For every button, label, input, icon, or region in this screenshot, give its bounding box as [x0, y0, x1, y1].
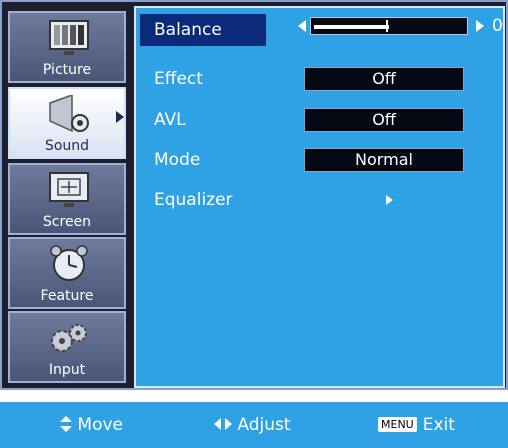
balance-label: Balance	[154, 20, 222, 40]
adjust-hint-label: Adjust	[237, 415, 291, 435]
adjust-hint: Adjust	[214, 415, 291, 435]
category-sidebar: Picture Sound Screen Feature Input	[5, 5, 129, 387]
osd-menu: Picture Sound Screen Feature Input Balan…	[0, 0, 508, 390]
sidebar-item-label: Screen	[42, 214, 92, 230]
avl-row[interactable]: AVL Off	[144, 106, 504, 134]
move-hint: Move	[60, 415, 123, 435]
avl-value[interactable]: Off	[304, 108, 464, 132]
sidebar-item-picture[interactable]: Picture	[8, 11, 126, 83]
sidebar-item-label: Picture	[42, 62, 92, 78]
avl-label: AVL	[154, 110, 186, 130]
sidebar-item-sound[interactable]: Sound	[8, 87, 126, 159]
effect-value[interactable]: Off	[304, 67, 464, 91]
sound-settings-panel: Balance 0 Effect Off AVL Off Mode Normal	[134, 6, 505, 388]
sidebar-item-label: Feature	[40, 288, 94, 304]
left-right-arrows-icon	[214, 418, 232, 430]
mode-value[interactable]: Normal	[304, 148, 464, 172]
arrow-right-icon[interactable]	[476, 20, 484, 32]
chevron-right-icon	[116, 111, 124, 123]
effect-label: Effect	[154, 69, 203, 89]
sidebar-item-feature[interactable]: Feature	[8, 237, 126, 309]
balance-slider[interactable]: 0	[294, 14, 503, 40]
sidebar-item-label: Sound	[44, 138, 90, 154]
sidebar-item-input[interactable]: Input	[8, 311, 126, 383]
sidebar-item-label: Input	[48, 362, 86, 378]
equalizer-label: Equalizer	[154, 190, 233, 210]
effect-row[interactable]: Effect Off	[144, 65, 504, 93]
arrow-left-icon[interactable]	[298, 20, 306, 32]
exit-hint: MENU Exit	[378, 415, 455, 435]
speaker-icon	[49, 95, 89, 133]
gears-icon	[51, 324, 87, 352]
balance-center-mark	[386, 20, 388, 32]
footer-hints: Move Adjust MENU Exit	[0, 402, 508, 448]
equalizer-row[interactable]: Equalizer	[144, 186, 504, 214]
balance-slider-fill	[314, 25, 389, 29]
tv-picture-icon	[49, 20, 89, 55]
exit-hint-label: Exit	[422, 415, 455, 435]
alarm-clock-icon	[50, 245, 88, 281]
sidebar-item-screen[interactable]: Screen	[8, 163, 126, 235]
move-hint-label: Move	[77, 415, 123, 435]
up-down-arrows-icon	[60, 416, 72, 432]
mode-row[interactable]: Mode Normal	[144, 146, 504, 174]
screen-adjust-icon	[49, 172, 89, 207]
balance-slider-track[interactable]	[310, 17, 468, 35]
balance-value: 0	[492, 16, 503, 36]
mode-label: Mode	[154, 150, 201, 170]
menu-key-badge: MENU	[378, 417, 417, 432]
balance-row[interactable]: Balance 0	[144, 16, 504, 44]
submenu-arrow-icon[interactable]	[386, 195, 393, 205]
